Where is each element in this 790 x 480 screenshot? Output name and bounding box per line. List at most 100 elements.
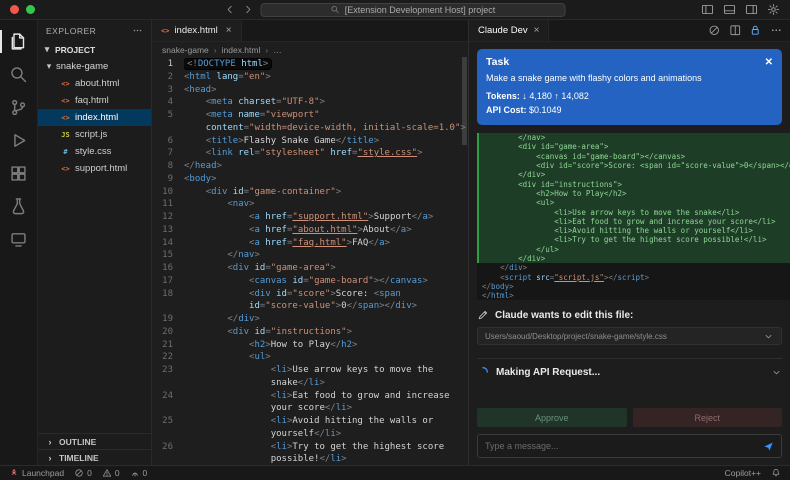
task-close-icon[interactable]: ✕ bbox=[765, 57, 773, 68]
zoom-window-button[interactable] bbox=[26, 5, 35, 14]
close-window-button[interactable] bbox=[10, 5, 19, 14]
activity-testing-icon[interactable] bbox=[0, 190, 38, 223]
code-line[interactable]: 13 <a href="about.html">About</a> bbox=[152, 224, 468, 237]
file-index.html[interactable]: <> index.html bbox=[38, 109, 151, 126]
forward-icon[interactable] bbox=[243, 4, 254, 15]
code-line[interactable]: 23 <li>Use arrow keys to move the bbox=[152, 364, 468, 377]
folder-snake-game[interactable]: ▾ snake-game bbox=[38, 58, 151, 75]
activity-extensions-icon[interactable] bbox=[0, 157, 38, 190]
activity-source-control-icon[interactable] bbox=[0, 91, 38, 124]
more-actions-icon[interactable] bbox=[770, 24, 783, 37]
code-line[interactable]: possible!</li> bbox=[152, 453, 468, 465]
code-line[interactable]: 6 <title>Flashy Snake Game</title> bbox=[152, 135, 468, 148]
code-line[interactable]: your score</li> bbox=[152, 402, 468, 415]
statusbar-item-bell[interactable] bbox=[771, 468, 781, 478]
code-line[interactable]: 12 <a href="support.html">Support</a> bbox=[152, 211, 468, 224]
code-line[interactable]: snake</li> bbox=[152, 377, 468, 390]
file-faq.html[interactable]: <> faq.html bbox=[38, 92, 151, 109]
code-line[interactable]: 1 <!DOCTYPE html> bbox=[152, 58, 468, 71]
workspace-section[interactable]: ▾ PROJECT bbox=[38, 41, 151, 58]
reject-button[interactable]: Reject bbox=[632, 408, 782, 427]
close-tab-icon[interactable]: × bbox=[226, 25, 232, 36]
code-line[interactable]: 16 <div id="game-area"> bbox=[152, 262, 468, 275]
layout-panel-icon[interactable] bbox=[723, 3, 736, 16]
outline-section[interactable]: › OUTLINE bbox=[38, 433, 151, 449]
diff-preview[interactable]: </nav> <div id="game-area"> <canvas id="… bbox=[477, 133, 790, 301]
lock-icon[interactable] bbox=[749, 24, 762, 37]
breadcrumb-item[interactable]: … bbox=[273, 45, 282, 55]
layout-sidebar-right-icon[interactable] bbox=[745, 3, 758, 16]
close-panel-tab-icon[interactable]: × bbox=[534, 25, 540, 36]
editor-scrollbar[interactable] bbox=[462, 57, 467, 145]
diff-added-line: <ul> bbox=[477, 198, 790, 208]
file-style.css[interactable]: # style.css bbox=[38, 143, 151, 160]
statusbar-item-radio[interactable]: 0 bbox=[130, 468, 147, 478]
activity-search-icon[interactable] bbox=[0, 58, 38, 91]
code-line[interactable]: 21 <h2>How to Play</h2> bbox=[152, 339, 468, 352]
code-line[interactable]: 5 <meta name="viewport" bbox=[152, 109, 468, 122]
code-line[interactable]: 14 <a href="faq.html">FAQ</a> bbox=[152, 237, 468, 250]
explorer-sidebar: EXPLORER ▾ PROJECT ▾ snake-game <> about.… bbox=[38, 20, 152, 465]
code-line[interactable]: 26 <li>Try to get the highest score bbox=[152, 441, 468, 454]
code-line[interactable]: 20 <div id="instructions"> bbox=[152, 326, 468, 339]
split-editor-icon[interactable] bbox=[729, 24, 742, 37]
file-path-box[interactable]: Users/saoud/Desktop/project/snake-game/s… bbox=[477, 327, 782, 346]
timeline-section[interactable]: › TIMELINE bbox=[38, 449, 151, 465]
breadcrumb-item[interactable]: snake-game bbox=[162, 45, 209, 55]
code-line[interactable]: 8 </head> bbox=[152, 160, 468, 173]
statusbar-item-error[interactable]: 0 bbox=[74, 468, 92, 478]
diff-added-line: <div id="instructions"> bbox=[477, 179, 790, 189]
code-line[interactable]: yourself</li> bbox=[152, 428, 468, 441]
diff-added-line: <canvas id="game-board"></canvas> bbox=[477, 151, 790, 162]
code-line[interactable]: 18 <div id="score">Score: <span bbox=[152, 288, 468, 301]
statusbar-item-rocket[interactable]: Launchpad bbox=[9, 468, 64, 478]
statusbar-item-warning[interactable]: 0 bbox=[102, 468, 120, 478]
settings-gear-icon[interactable] bbox=[767, 3, 780, 16]
tab-index-html[interactable]: <> index.html × bbox=[152, 20, 242, 41]
code-line[interactable]: 24 <li>Eat food to grow and increase bbox=[152, 390, 468, 403]
send-icon[interactable] bbox=[763, 441, 774, 452]
activity-run-debug-icon[interactable] bbox=[0, 124, 38, 157]
diff-added-line: <h2>How to Play</h2> bbox=[477, 188, 790, 199]
code-line[interactable]: 3 <head> bbox=[152, 84, 468, 97]
command-center-search[interactable]: [Extension Development Host] project bbox=[260, 2, 566, 17]
explorer-more-actions-icon[interactable] bbox=[132, 25, 143, 36]
title-bar: [Extension Development Host] project bbox=[0, 0, 790, 20]
panel-actions bbox=[708, 20, 790, 41]
code-line[interactable]: content="width=device-width, initial-sca… bbox=[152, 122, 468, 135]
statusbar-item[interactable]: Copilot++ bbox=[725, 468, 761, 478]
activity-bar bbox=[0, 20, 38, 465]
code-line[interactable]: 10 <div id="game-container"> bbox=[152, 186, 468, 199]
breadcrumb[interactable]: snake-game › index.html ›… bbox=[152, 42, 468, 57]
code-line[interactable]: 9 <body> bbox=[152, 173, 468, 186]
diff-added-line: <li>Avoid hitting the walls or yourself<… bbox=[477, 226, 790, 236]
chevron-down-icon[interactable] bbox=[763, 331, 774, 342]
approve-button[interactable]: Approve bbox=[477, 408, 627, 427]
code-line[interactable]: 2 <html lang="en"> bbox=[152, 71, 468, 84]
code-line[interactable]: 17 <canvas id="game-board"></canvas> bbox=[152, 275, 468, 288]
code-line[interactable]: id="score-value">0</span></div> bbox=[152, 300, 468, 313]
code-line[interactable]: 4 <meta charset="UTF-8"> bbox=[152, 96, 468, 109]
circle-slash-icon[interactable] bbox=[708, 24, 721, 37]
statusbar-label: Copilot++ bbox=[724, 468, 761, 478]
back-icon[interactable] bbox=[225, 4, 236, 15]
tab-claude-dev[interactable]: Claude Dev × bbox=[469, 20, 550, 41]
diff-line: </div> bbox=[500, 263, 528, 273]
code-line[interactable]: 7 <link rel="stylesheet" href="style.css… bbox=[152, 147, 468, 160]
warning-icon bbox=[102, 468, 112, 478]
breadcrumb-item[interactable]: index.html bbox=[222, 45, 261, 55]
activity-explorer-icon[interactable] bbox=[0, 25, 38, 58]
activity-remote-explorer-icon[interactable] bbox=[0, 223, 38, 256]
file-support.html[interactable]: <> support.html bbox=[38, 160, 151, 177]
code-line[interactable]: 15 </nav> bbox=[152, 249, 468, 262]
code-editor[interactable]: 1 <!DOCTYPE html> 2 <html lang="en"> 3 <head>… bbox=[152, 57, 468, 465]
file-script.js[interactable]: JS script.js bbox=[38, 126, 151, 143]
code-line[interactable]: 25 <li>Avoid hitting the walls or bbox=[152, 415, 468, 428]
chevron-down-icon[interactable] bbox=[771, 367, 782, 378]
code-line[interactable]: 22 <ul> bbox=[152, 351, 468, 364]
layout-sidebar-icon[interactable] bbox=[701, 3, 714, 16]
file-about.html[interactable]: <> about.html bbox=[38, 75, 151, 92]
code-line[interactable]: 11 <nav> bbox=[152, 198, 468, 211]
code-line[interactable]: 19 </div> bbox=[152, 313, 468, 326]
message-input[interactable] bbox=[485, 441, 763, 451]
